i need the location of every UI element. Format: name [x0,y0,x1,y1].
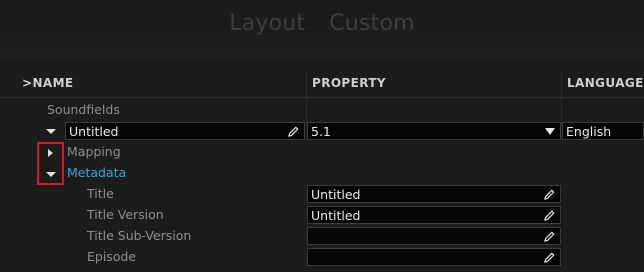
chevron-down-icon[interactable] [545,128,555,135]
view-tabs: Layout Custom [0,11,644,36]
title-sub-version-field[interactable] [307,227,561,245]
metadata-field-label: Title Sub-Version [87,228,192,243]
edit-pencil-icon[interactable] [543,230,556,243]
soundfield-format-value: 5.1 [311,124,331,139]
title-field[interactable]: Untitled [307,185,561,203]
metadata-field-label: Episode [87,249,137,264]
column-header-language[interactable]: LANGUAGE [567,76,644,90]
title-version-value: Untitled [311,208,361,223]
soundfield-format-select[interactable]: 5.1 [307,122,561,140]
collapse-soundfield-icon[interactable] [46,129,56,134]
tab-layout[interactable]: Layout [229,11,305,36]
edit-pencil-icon[interactable] [543,188,556,201]
metadata-label[interactable]: Metadata [67,165,126,180]
title-value: Untitled [311,187,361,202]
edit-pencil-icon[interactable] [543,209,556,222]
mapping-label[interactable]: Mapping [67,144,121,159]
metadata-field-label: Title [87,186,114,201]
soundfield-name-field[interactable]: Untitled [65,122,305,140]
column-divider [561,72,562,124]
episode-field[interactable] [307,248,561,266]
tab-custom[interactable]: Custom [329,11,414,36]
column-header-row: >NAME PROPERTY LANGUAGE [0,72,644,98]
column-header-name[interactable]: >NAME [22,76,74,90]
edit-pencil-icon[interactable] [543,251,556,264]
column-divider [306,72,307,124]
edit-pencil-icon[interactable] [287,125,300,138]
soundfield-language-select[interactable]: English [562,122,644,140]
soundfield-language-value: English [566,124,612,139]
metadata-field-label: Title Version [87,207,164,222]
soundfield-name-value: Untitled [69,124,119,139]
soundfields-label: Soundfields [47,102,120,117]
title-version-field[interactable]: Untitled [307,206,561,224]
highlight-box [37,142,64,185]
column-header-property[interactable]: PROPERTY [312,76,386,90]
